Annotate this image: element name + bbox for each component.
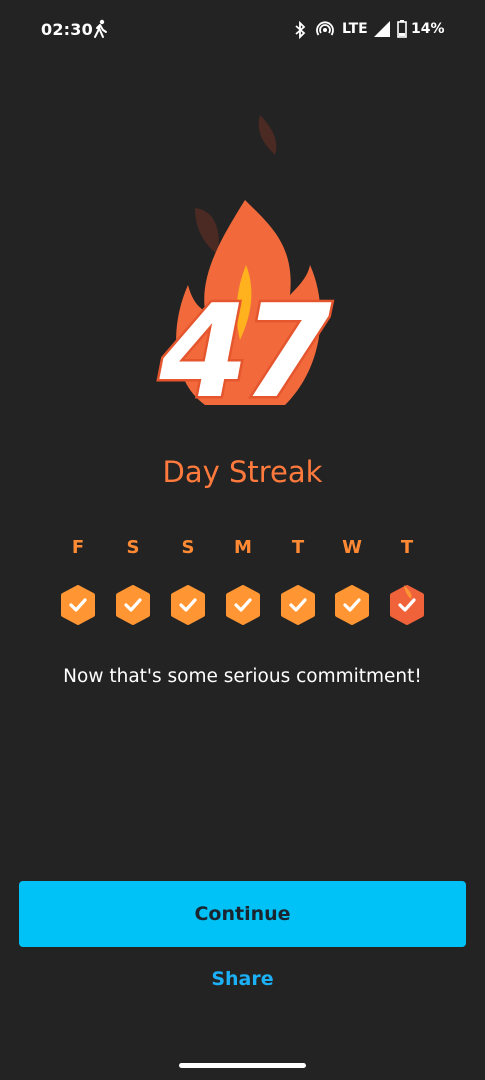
network-type: LTE [342, 21, 368, 37]
day-letter: F [71, 537, 85, 558]
day-letter: S [181, 537, 195, 558]
battery-icon [397, 20, 407, 38]
day-letter: W [342, 537, 362, 558]
check-badge-icon [61, 585, 95, 625]
share-button[interactable]: Share [0, 968, 485, 990]
day-item: M [223, 536, 263, 625]
check-badge-icon [226, 585, 260, 625]
continue-button[interactable]: Continue [19, 881, 466, 947]
encouragement-message: Now that's some serious commitment! [63, 666, 422, 687]
walk-icon [94, 19, 107, 38]
week-streak-row: F S S M T W T [0, 536, 485, 636]
status-time: 02:30 [41, 20, 93, 39]
battery-percent: 14% [411, 21, 445, 37]
day-letter: T [291, 537, 305, 558]
day-item: S [113, 536, 153, 625]
flame-check-badge-icon [390, 585, 424, 625]
streak-count: 47 [157, 278, 334, 427]
hotspot-icon [316, 21, 334, 36]
check-badge-icon [116, 585, 150, 625]
bluetooth-icon [295, 21, 306, 39]
day-letter: S [126, 537, 140, 558]
check-badge-icon [171, 585, 205, 625]
day-item: F [58, 536, 98, 625]
home-indicator[interactable] [179, 1063, 306, 1068]
check-badge-icon [335, 585, 369, 625]
day-item: S [168, 536, 208, 625]
day-letter: T [400, 537, 414, 558]
day-letter: M [234, 537, 252, 558]
day-item: T [278, 536, 318, 625]
day-item: W [332, 536, 372, 625]
streak-label: Day Streak [162, 455, 323, 489]
day-item-today: T [387, 536, 427, 625]
status-bar: 02:30 LTE 14% [0, 0, 485, 60]
check-badge-icon [281, 585, 315, 625]
signal-icon [374, 21, 390, 37]
